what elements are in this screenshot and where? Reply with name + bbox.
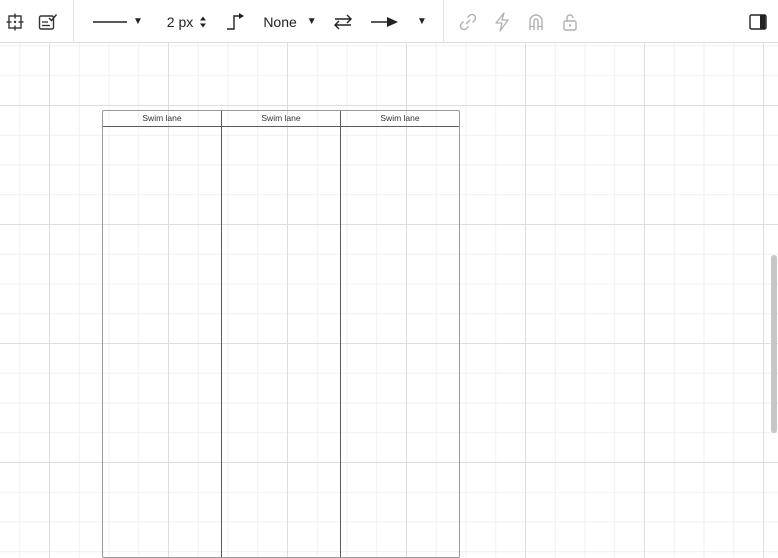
- swimlane-2[interactable]: Swim lane: [222, 111, 341, 557]
- action-button[interactable]: [490, 0, 514, 43]
- caret-down-icon: ▼: [417, 16, 427, 27]
- vertical-scrollbar[interactable]: [771, 255, 777, 433]
- unlock-icon: [563, 13, 577, 31]
- stepper-icon[interactable]: [199, 15, 207, 29]
- caret-down-icon: ▼: [306, 16, 317, 27]
- lightning-icon: [495, 11, 509, 32]
- connector-style-button[interactable]: [223, 0, 247, 43]
- line-start-dropdown[interactable]: None ▼: [258, 0, 322, 43]
- diagram-canvas[interactable]: Swim lane Swim lane Swim lane: [0, 43, 778, 558]
- swimlane-1[interactable]: Swim lane: [103, 111, 222, 557]
- crosshair-icon: [6, 13, 24, 30]
- toolbar: ▼ 2 px None ▼ ▼: [0, 0, 778, 43]
- lock-button[interactable]: [558, 0, 582, 43]
- checklist-icon: [38, 13, 58, 30]
- stroke-width-stepper[interactable]: 2 px: [162, 0, 212, 43]
- line-start-value: None: [263, 13, 297, 30]
- swimlane-label[interactable]: Swim lane: [341, 111, 459, 127]
- link-button[interactable]: [456, 0, 480, 43]
- swimlane-3[interactable]: Swim lane: [341, 111, 459, 557]
- swimlane-label[interactable]: Swim lane: [103, 111, 221, 127]
- swimlane-label[interactable]: Swim lane: [222, 111, 340, 127]
- arrow-end-icon: [371, 16, 399, 27]
- line-style-icon: [93, 20, 128, 23]
- snap-button[interactable]: [524, 0, 548, 43]
- link-icon: [459, 13, 477, 30]
- format-button[interactable]: [37, 0, 59, 43]
- connector-elbow-icon: [227, 12, 244, 30]
- fit-page-button[interactable]: [4, 0, 26, 43]
- swap-ends-button[interactable]: [331, 0, 355, 43]
- stroke-width-value: 2 px: [166, 13, 194, 30]
- line-style-dropdown[interactable]: ▼: [92, 0, 144, 43]
- toolbar-separator: [73, 0, 74, 43]
- swimlane-pool[interactable]: Swim lane Swim lane Swim lane: [102, 110, 460, 558]
- panel-toggle-icon: [749, 13, 767, 30]
- magnet-icon: [529, 13, 543, 30]
- format-panel-toggle[interactable]: [746, 0, 770, 43]
- caret-down-icon: ▼: [133, 16, 143, 27]
- line-end-dropdown[interactable]: ▼: [368, 0, 430, 43]
- toolbar-separator: [443, 0, 444, 43]
- swap-icon: [334, 14, 352, 29]
